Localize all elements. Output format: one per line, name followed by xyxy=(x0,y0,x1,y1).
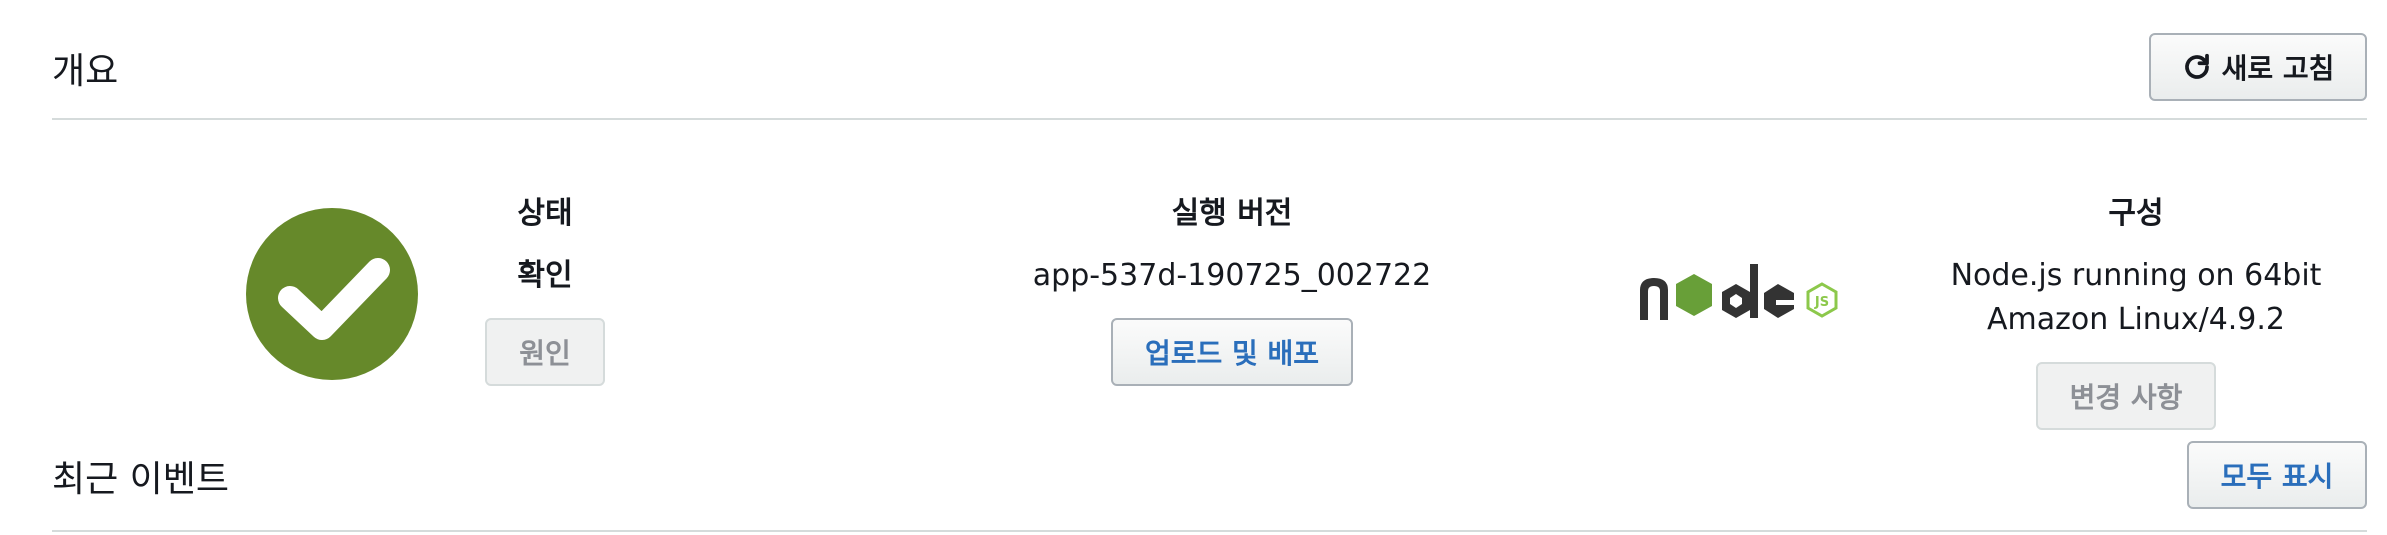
config-value: Node.js running on 64bit Amazon Linux/4.… xyxy=(1950,258,2322,337)
overview-title: 개요 xyxy=(52,51,119,92)
nodejs-logo: JS xyxy=(1636,260,1842,324)
change-config-button[interactable]: 변경 사항 xyxy=(2036,362,2216,430)
health-label: 상태 xyxy=(517,196,573,231)
refresh-label: 새로 고침 xyxy=(2221,52,2335,85)
version-value: app-537d-190725_002722 xyxy=(1032,258,1432,293)
svg-text:JS: JS xyxy=(1814,295,1829,310)
health-value: 확인 xyxy=(517,258,573,293)
version-label: 실행 버전 xyxy=(1171,196,1293,231)
node-o-hexagon xyxy=(1676,274,1712,316)
refresh-button[interactable]: 새로 고침 xyxy=(2149,33,2367,101)
causes-button[interactable]: 원인 xyxy=(485,318,605,386)
events-divider xyxy=(52,530,2367,532)
overview-divider xyxy=(52,118,2367,120)
events-title: 최근 이벤트 xyxy=(52,459,230,500)
show-all-button[interactable]: 모두 표시 xyxy=(2187,441,2367,509)
check-circle-icon xyxy=(246,208,418,380)
refresh-icon xyxy=(2182,52,2212,82)
config-label: 구성 xyxy=(2108,196,2164,231)
upload-deploy-button[interactable]: 업로드 및 배포 xyxy=(1111,318,1353,386)
